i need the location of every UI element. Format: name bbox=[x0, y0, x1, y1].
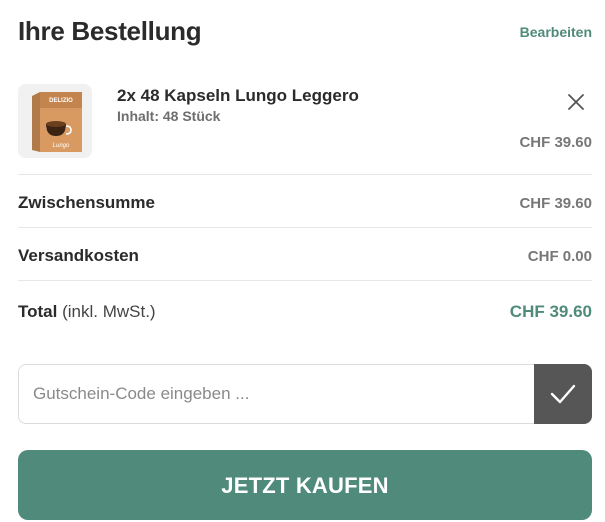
remove-item-close-icon[interactable] bbox=[566, 92, 586, 112]
item-name: 2x 48 Kapseln Lungo Leggero bbox=[117, 86, 359, 105]
product-image[interactable]: DELIZIO Lungo bbox=[18, 84, 92, 158]
subtotal-label: Zwischensumme bbox=[18, 193, 155, 212]
shipping-label: Versandkosten bbox=[18, 246, 139, 265]
capsule-box-image: DELIZIO Lungo bbox=[18, 84, 92, 158]
cart-item: DELIZIO Lungo 2x 48 Kapseln Lungo Legger… bbox=[18, 84, 592, 162]
divider bbox=[18, 280, 592, 281]
total-label-text: Total bbox=[18, 302, 58, 321]
coupon-form bbox=[18, 364, 592, 424]
total-value: CHF 39.60 bbox=[509, 302, 592, 321]
divider bbox=[18, 174, 592, 175]
checkmark-icon bbox=[550, 384, 576, 404]
package-brand: DELIZIO bbox=[49, 98, 73, 104]
package-label: Lungo bbox=[53, 143, 70, 149]
order-title: Ihre Bestellung bbox=[18, 16, 202, 46]
shipping-value: CHF 0.00 bbox=[527, 248, 592, 265]
buy-now-button[interactable]: JETZT KAUFEN bbox=[18, 450, 592, 520]
item-content: Inhalt: 48 Stück bbox=[117, 108, 221, 124]
divider bbox=[18, 227, 592, 228]
total-tax-note: (inkl. MwSt.) bbox=[62, 302, 156, 321]
coupon-code-input[interactable] bbox=[18, 364, 534, 424]
total-label: Total (inkl. MwSt.) bbox=[18, 302, 156, 322]
edit-link[interactable]: Bearbeiten bbox=[520, 24, 592, 40]
apply-coupon-button[interactable] bbox=[534, 364, 592, 424]
item-price: CHF 39.60 bbox=[519, 134, 592, 151]
order-header: Ihre Bestellung Bearbeiten bbox=[18, 16, 592, 50]
subtotal-value: CHF 39.60 bbox=[519, 195, 592, 212]
